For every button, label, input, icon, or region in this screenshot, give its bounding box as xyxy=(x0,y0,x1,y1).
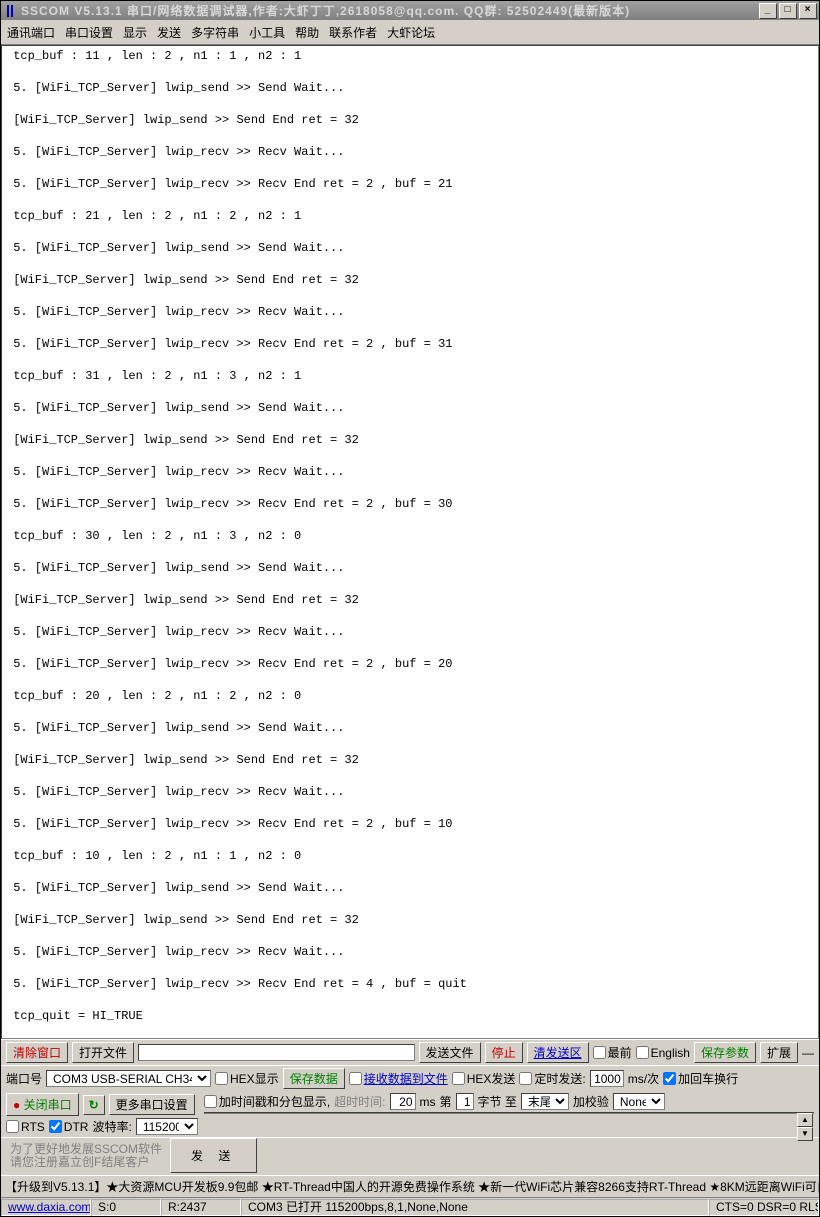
port-combo[interactable]: COM3 USB-SERIAL CH340 xyxy=(46,1070,211,1087)
recv-to-file-checkbox[interactable]: 接收数据到文件 xyxy=(349,1070,448,1087)
refresh-icon[interactable]: ↻ xyxy=(83,1095,105,1115)
chk-combo[interactable]: None xyxy=(613,1093,665,1110)
menu-multi-string[interactable]: 多字符串 xyxy=(191,24,239,41)
timestamp-checkbox[interactable]: 加时间戳和分包显示, xyxy=(204,1093,330,1110)
tail-combo[interactable]: 末尾 xyxy=(521,1093,569,1110)
file-path-input[interactable] xyxy=(138,1044,415,1061)
toolbar-row-2: 端口号 COM3 USB-SERIAL CH340 HEX显示 保存数据 接收数… xyxy=(1,1065,819,1091)
interval-unit-label: ms/次 xyxy=(628,1070,659,1087)
save-data-button[interactable]: 保存数据 xyxy=(283,1068,345,1089)
extend-button[interactable]: 扩展 xyxy=(760,1042,798,1063)
menu-port-settings[interactable]: 串口设置 xyxy=(65,24,113,41)
clear-send-area-button[interactable]: 清发送区 xyxy=(527,1042,589,1063)
timeout-input[interactable] xyxy=(390,1093,416,1110)
close-port-button[interactable]: ● 关闭串口 xyxy=(6,1093,79,1116)
byte-label: 字节 至 xyxy=(478,1093,517,1110)
ms-label: ms xyxy=(420,1095,436,1109)
dtr-checkbox[interactable]: DTR xyxy=(49,1120,89,1134)
stop-button[interactable]: 停止 xyxy=(485,1042,523,1063)
baud-combo[interactable]: 115200 xyxy=(136,1118,198,1135)
title-bar[interactable]: SSCOM V5.13.1 串口/网络数据调试器,作者:大虾丁丁,2618058… xyxy=(1,1,819,20)
menu-comm-port[interactable]: 通讯端口 xyxy=(7,24,55,41)
menu-tools[interactable]: 小工具 xyxy=(249,24,285,41)
status-cts: CTS=0 DSR=0 RLS xyxy=(709,1199,819,1216)
output-area[interactable]: tcp_buf : 11 , len : 2 , n1 : 1 , n2 : 1… xyxy=(1,45,819,1039)
english-checkbox[interactable]: English xyxy=(636,1046,690,1060)
app-window: SSCOM V5.13.1 串口/网络数据调试器,作者:大虾丁丁,2618058… xyxy=(0,0,820,1217)
send-interval-input[interactable] xyxy=(590,1070,624,1087)
add-crlf-checkbox[interactable]: 加回车换行 xyxy=(663,1070,738,1087)
send-input[interactable]: ▲ ▼ xyxy=(204,1112,814,1114)
more-settings-button[interactable]: 更多串口设置 xyxy=(109,1094,195,1115)
status-recv: R:2437 xyxy=(161,1199,241,1216)
status-sent: S:0 xyxy=(91,1199,161,1216)
menu-send[interactable]: 发送 xyxy=(157,24,181,41)
scroll-up-icon[interactable]: ▲ xyxy=(797,1113,813,1127)
toolbar-row-3: ● 关闭串口 ↻ 更多串口设置 RTS DTR 波特率: 115200 加时间戳… xyxy=(1,1091,819,1137)
save-params-button[interactable]: 保存参数 xyxy=(694,1042,756,1063)
toolbar-row-1: 清除窗口 打开文件 发送文件 停止 清发送区 最前 English 保存参数 扩… xyxy=(1,1039,819,1065)
menu-contact[interactable]: 联系作者 xyxy=(329,24,377,41)
extend-dash: — xyxy=(802,1046,814,1060)
open-file-button[interactable]: 打开文件 xyxy=(72,1042,134,1063)
toolbar-row-4: 为了更好地发展SSCOM软件 请您注册嘉立创F结尾客户 发 送 xyxy=(1,1137,819,1175)
topmost-checkbox[interactable]: 最前 xyxy=(593,1044,632,1061)
timed-send-checkbox[interactable]: 定时发送: xyxy=(519,1070,585,1087)
port-label: 端口号 xyxy=(6,1070,42,1087)
close-button[interactable]: × xyxy=(799,3,817,19)
menu-bar: 通讯端口 串口设置 显示 发送 多字符串 小工具 帮助 联系作者 大虾论坛 xyxy=(1,20,819,45)
menu-help[interactable]: 帮助 xyxy=(295,24,319,41)
seq-input[interactable] xyxy=(456,1093,474,1110)
log-text: tcp_buf : 11 , len : 2 , n1 : 1 , n2 : 1… xyxy=(2,46,818,1039)
menu-display[interactable]: 显示 xyxy=(123,24,147,41)
app-icon xyxy=(3,4,17,18)
timeout-label: 超时时间: xyxy=(334,1093,385,1110)
scroll-down-icon[interactable]: ▼ xyxy=(797,1127,813,1141)
send-button[interactable]: 发 送 xyxy=(170,1138,257,1173)
promo-links[interactable]: 【升级到V5.13.1】★大资源MCU开发板9.9包邮 ★RT-Thread中国… xyxy=(1,1175,819,1197)
hex-display-checkbox[interactable]: HEX显示 xyxy=(215,1070,279,1087)
menu-forum[interactable]: 大虾论坛 xyxy=(387,24,435,41)
status-url[interactable]: www.daxia.com xyxy=(8,1200,91,1214)
minimize-button[interactable]: _ xyxy=(759,3,777,19)
baud-label: 波特率: xyxy=(92,1118,131,1135)
seq-label1: 第 xyxy=(440,1093,452,1110)
hex-send-checkbox[interactable]: HEX发送 xyxy=(452,1070,516,1087)
status-com: COM3 已打开 115200bps,8,1,None,None xyxy=(241,1199,709,1216)
tips-text: 为了更好地发展SSCOM软件 请您注册嘉立创F结尾客户 xyxy=(6,1141,166,1171)
maximize-button[interactable]: □ xyxy=(779,3,797,19)
rts-checkbox[interactable]: RTS xyxy=(6,1120,45,1134)
chk-label: 加校验 xyxy=(573,1093,609,1110)
status-bar: www.daxia.com S:0 R:2437 COM3 已打开 115200… xyxy=(1,1197,819,1216)
send-file-button[interactable]: 发送文件 xyxy=(419,1042,481,1063)
window-title: SSCOM V5.13.1 串口/网络数据调试器,作者:大虾丁丁,2618058… xyxy=(21,2,759,19)
clear-window-button[interactable]: 清除窗口 xyxy=(6,1042,68,1063)
